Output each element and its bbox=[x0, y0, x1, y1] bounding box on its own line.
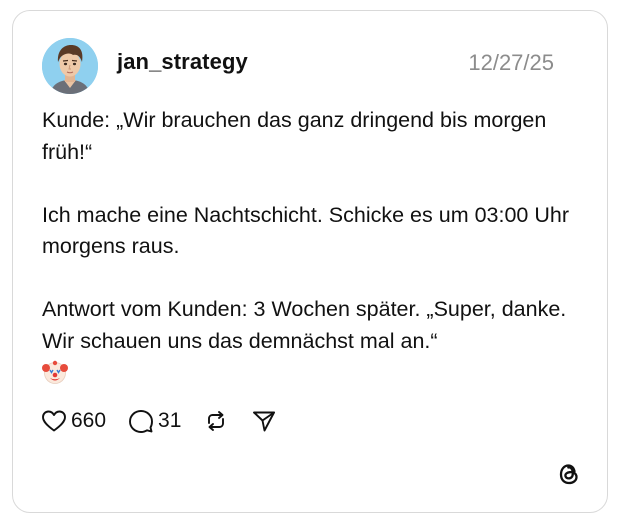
like-count: 660 bbox=[71, 409, 107, 432]
clown-face-icon bbox=[42, 359, 68, 395]
avatar-illustration bbox=[42, 38, 98, 94]
heart-icon bbox=[41, 408, 67, 434]
post-text: Kunde: „Wir brauchen das ganz dringend b… bbox=[42, 105, 582, 395]
repost-icon bbox=[203, 408, 229, 434]
reply-button[interactable]: 31 bbox=[128, 408, 181, 434]
post-actions: 660 31 bbox=[41, 406, 299, 436]
post-timestamp: 12/27/25 bbox=[468, 50, 554, 75]
send-icon bbox=[251, 408, 277, 434]
post-paragraph: Ich mache eine Nachtschicht. Schicke es … bbox=[42, 202, 570, 259]
threads-logo-icon[interactable] bbox=[555, 460, 583, 488]
share-button[interactable] bbox=[251, 408, 277, 434]
post-card: jan_strategy 12/27/25 Kunde: „Wir brauch… bbox=[12, 10, 608, 513]
like-button[interactable]: 660 bbox=[41, 408, 106, 434]
post-paragraph: Antwort vom Kunden: 3 Wochen später. „Su… bbox=[42, 297, 567, 353]
reply-count: 31 bbox=[158, 409, 182, 432]
comment-bubble-icon bbox=[128, 408, 154, 434]
username[interactable]: jan_strategy bbox=[117, 49, 248, 75]
post-paragraph: Kunde: „Wir brauchen das ganz dringend b… bbox=[42, 108, 547, 164]
repost-button[interactable] bbox=[203, 408, 229, 434]
avatar[interactable] bbox=[42, 38, 98, 94]
